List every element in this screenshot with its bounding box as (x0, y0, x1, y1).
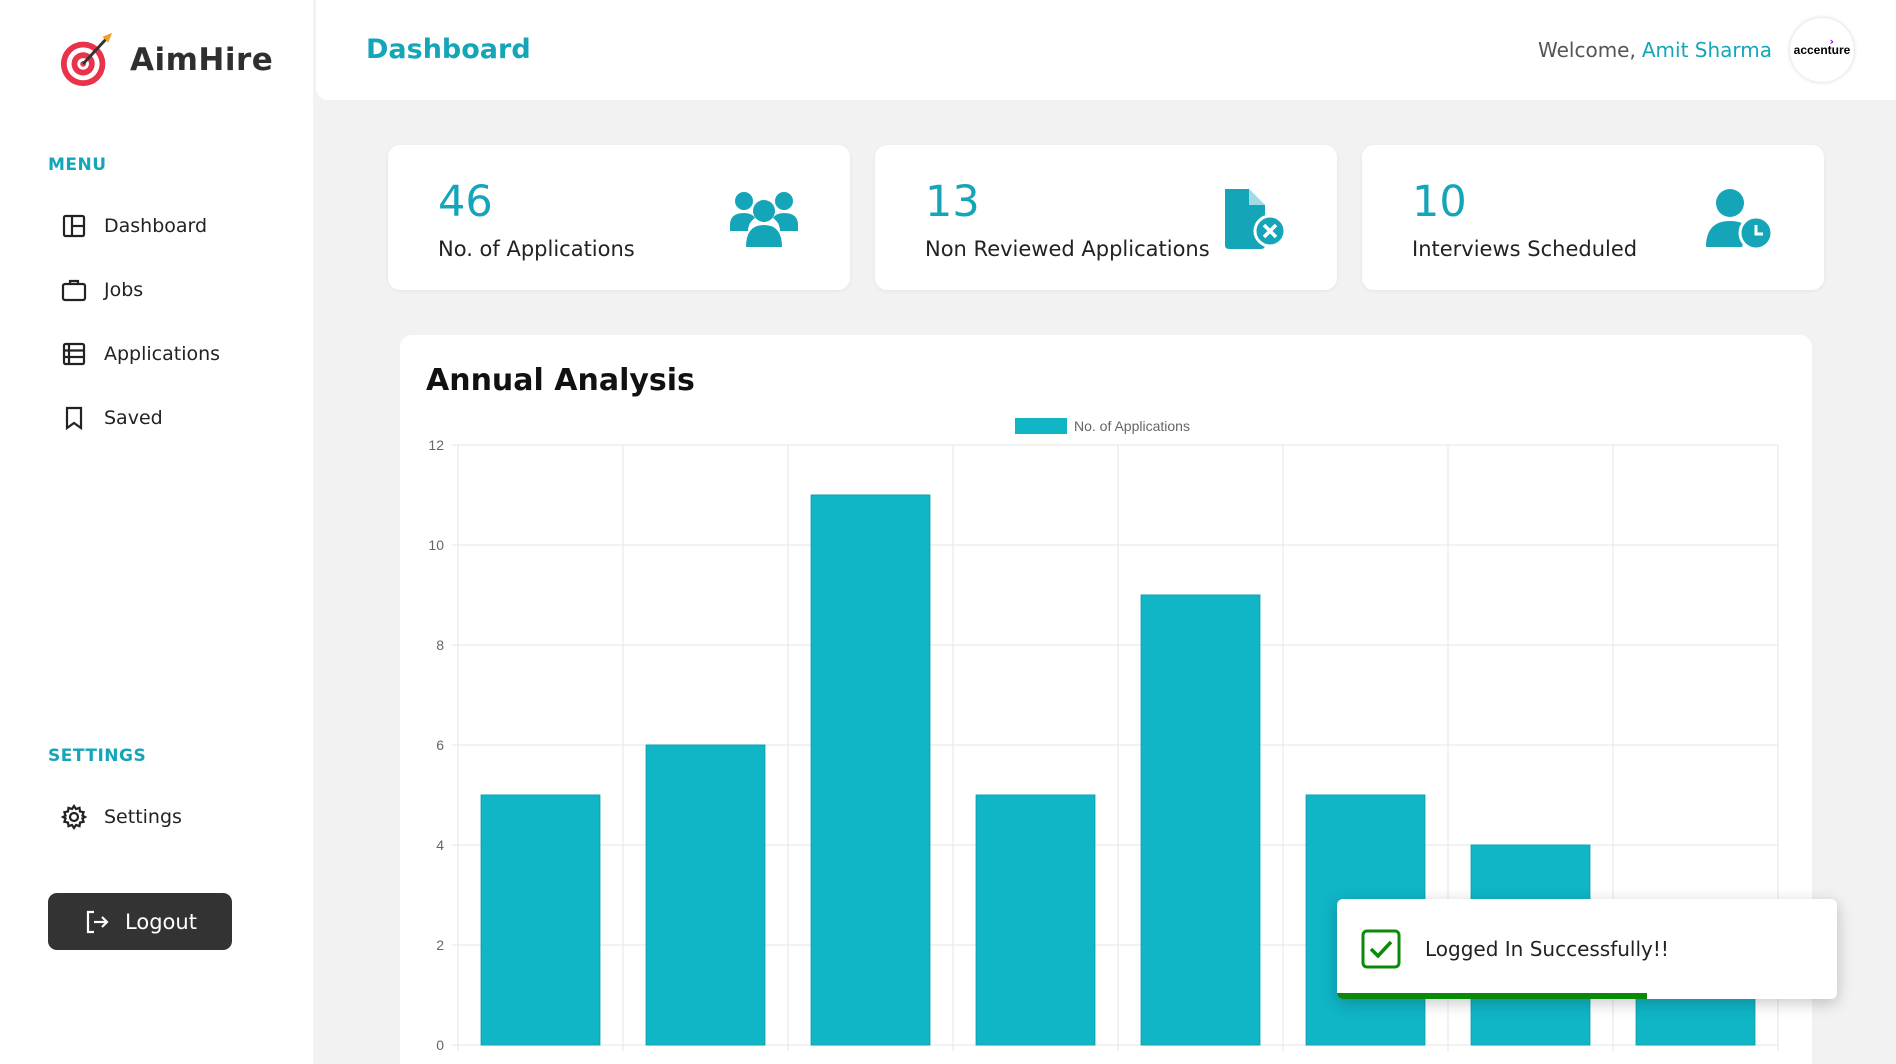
gear-icon (60, 804, 88, 830)
stat-card-interviews[interactable]: 10 Interviews Scheduled (1362, 145, 1824, 290)
sidebar-item-label: Saved (104, 407, 163, 429)
company-avatar[interactable]: accenture › (1790, 18, 1854, 82)
toast-progress-bar (1337, 993, 1647, 999)
settings-section-title: SETTINGS (48, 746, 147, 766)
y-tick-label: 4 (436, 837, 444, 853)
stat-label: Non Reviewed Applications (925, 237, 1210, 261)
top-header: Dashboard Welcome, Amit Sharma accenture … (316, 0, 1896, 100)
user-name[interactable]: Amit Sharma (1642, 38, 1772, 62)
brand[interactable]: AimHire (58, 30, 273, 90)
y-tick-label: 6 (436, 737, 444, 753)
logout-label: Logout (125, 909, 197, 934)
stat-value: 10 (1412, 177, 1467, 227)
login-success-toast[interactable]: Logged In Successfully!! (1337, 899, 1837, 999)
sidebar-item-label: Dashboard (104, 215, 208, 237)
page-title: Dashboard (366, 34, 531, 65)
check-box-icon (1361, 929, 1401, 969)
stat-label: No. of Applications (438, 237, 635, 261)
sidebar-item-label: Settings (104, 806, 182, 828)
legend-swatch (1015, 418, 1067, 434)
welcome-label: Welcome, (1538, 38, 1636, 62)
sidebar-item-jobs[interactable]: Jobs (60, 276, 143, 304)
bar (1140, 594, 1261, 1046)
logout-icon (86, 910, 109, 933)
stat-card-non-reviewed[interactable]: 13 Non Reviewed Applications (875, 145, 1337, 290)
file-x-icon (1225, 189, 1287, 249)
stat-value: 13 (925, 177, 980, 227)
list-icon (62, 342, 86, 366)
bookmark-icon (65, 406, 83, 431)
user-clock-icon (1706, 189, 1774, 251)
sidebar-item-settings[interactable]: Settings (60, 803, 182, 831)
sidebar-item-label: Applications (104, 343, 221, 365)
y-tick-label: 12 (428, 437, 444, 453)
y-tick-label: 2 (436, 937, 444, 953)
sidebar-item-saved[interactable]: Saved (60, 404, 163, 432)
stat-label: Interviews Scheduled (1412, 237, 1638, 261)
y-tick-label: 8 (436, 637, 444, 653)
sidebar: AimHire MENU Dashboard Jobs Applications… (0, 0, 313, 1064)
company-logo-text: accenture (1793, 43, 1851, 57)
bar (645, 744, 766, 1046)
bar (975, 794, 1096, 1046)
layout-icon (62, 214, 86, 238)
toast-message: Logged In Successfully!! (1425, 937, 1669, 961)
bar (480, 794, 601, 1046)
y-tick-label: 10 (428, 537, 444, 553)
legend-label: No. of Applications (1074, 418, 1190, 434)
app-name: AimHire (130, 42, 274, 78)
users-group-icon (730, 192, 798, 247)
target-logo-icon (60, 32, 113, 87)
stat-card-applications[interactable]: 46 No. of Applications (388, 145, 850, 290)
menu-section-title: MENU (48, 155, 107, 175)
sidebar-item-applications[interactable]: Applications (60, 340, 220, 368)
sidebar-item-label: Jobs (104, 279, 144, 301)
bar (810, 494, 931, 1046)
welcome-text: Welcome, Amit Sharma (1538, 38, 1772, 62)
sidebar-item-dashboard[interactable]: Dashboard (60, 212, 207, 240)
briefcase-icon (61, 279, 87, 302)
accenture-mark-icon: › (1829, 35, 1834, 48)
logout-button[interactable]: Logout (48, 893, 232, 950)
y-tick-label: 0 (436, 1037, 444, 1053)
stat-value: 46 (438, 177, 493, 227)
